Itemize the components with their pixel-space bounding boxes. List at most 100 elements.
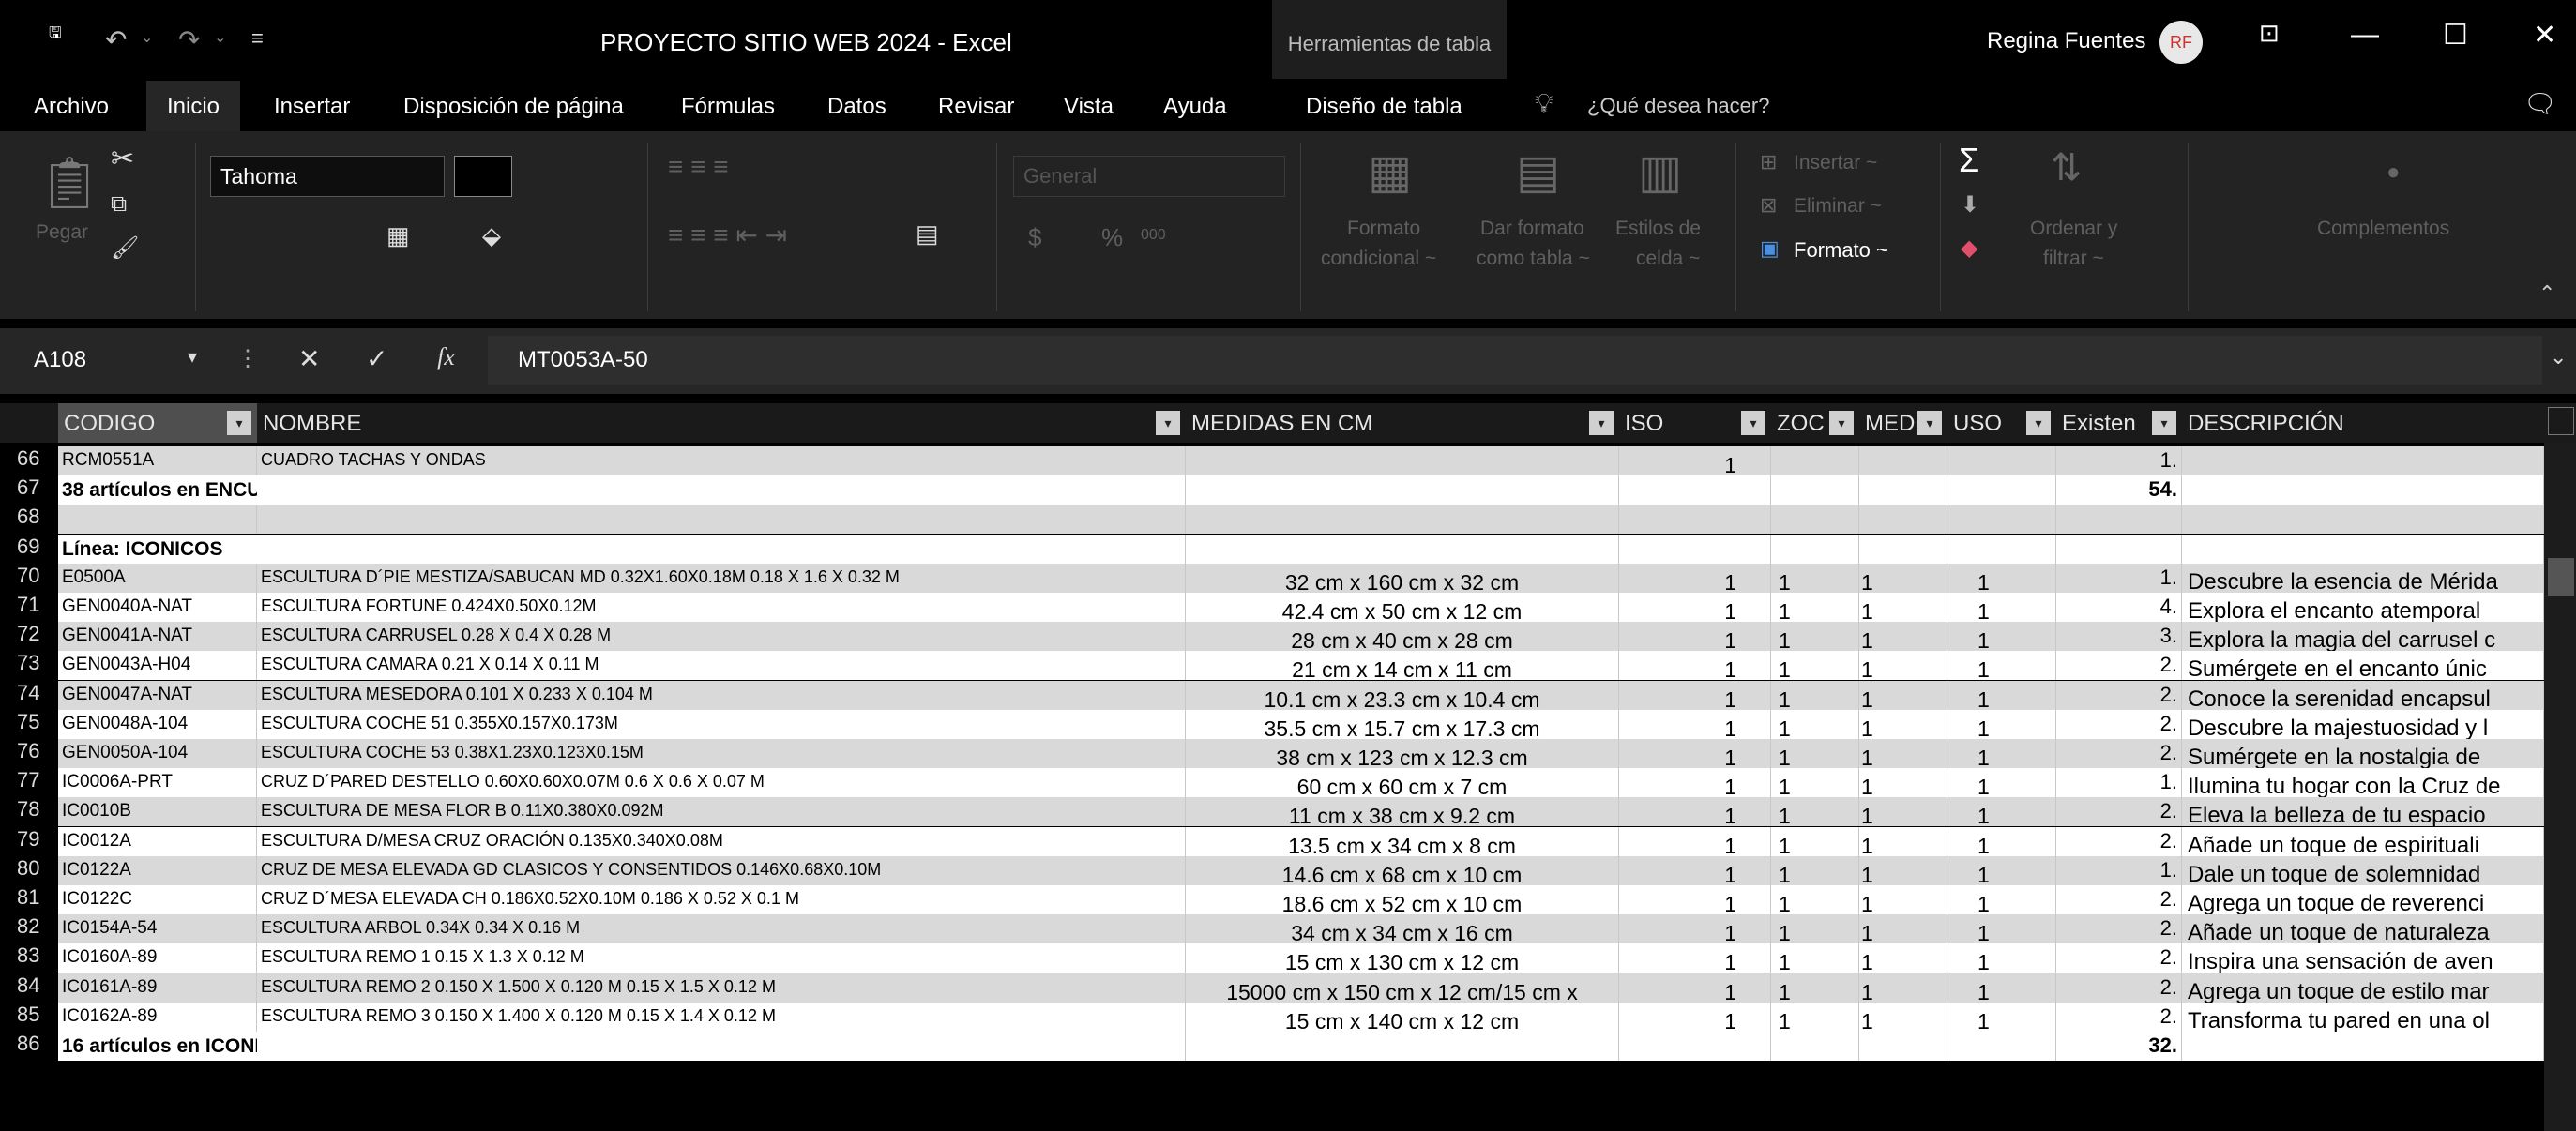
cell-uso[interactable]: 1 [1947, 563, 2056, 593]
header-nombre[interactable]: NOMBRE ▾ [257, 403, 1186, 443]
cell-medid[interactable]: 1 [1859, 768, 1947, 798]
cell-uso[interactable]: 1 [1947, 826, 2056, 856]
cell-uso[interactable]: 1 [1947, 943, 2056, 973]
cell-medid[interactable]: 1 [1859, 914, 1947, 944]
cell-descripcion[interactable]: Descubre la esencia de Mérida [2182, 563, 2544, 593]
cell-descripcion[interactable]: Ilumina tu hogar con la Cruz de [2182, 768, 2544, 798]
cell-descripcion[interactable]: Descubre la majestuosidad y l [2182, 709, 2544, 739]
cell-descripcion[interactable]: Explora la magia del carrusel c [2182, 622, 2544, 652]
enter-icon[interactable]: ✓ [366, 343, 387, 374]
cell-medidas[interactable]: 14.6 cm x 68 cm x 10 cm [1186, 855, 1619, 885]
cell-zoc[interactable]: 1 [1771, 826, 1859, 856]
cell-zoc[interactable]: 1 [1771, 651, 1859, 681]
customize-toolbar-icon[interactable]: ≡ [251, 26, 264, 51]
format-cells-icon[interactable]: ▣ [1760, 236, 1780, 261]
cell-codigo[interactable]: IC0162A-89 [58, 1002, 257, 1032]
cell-codigo[interactable]: IC0154A-54 [58, 914, 257, 944]
cell-uso[interactable] [1947, 1032, 2056, 1061]
cell-medidas[interactable] [1186, 505, 1619, 535]
row-number[interactable]: 71 [0, 593, 58, 622]
cell-descripcion[interactable] [2182, 475, 2544, 505]
cell-existen[interactable]: 1. [2056, 563, 2182, 593]
font-name-input[interactable]: Tahoma [210, 156, 445, 197]
cell-uso[interactable] [1947, 475, 2056, 505]
cell-zoc[interactable]: 1 [1771, 768, 1859, 798]
cell-medidas[interactable] [1186, 1032, 1619, 1061]
cell-existen[interactable]: 2. [2056, 709, 2182, 739]
minimize-icon[interactable]: — [2351, 19, 2379, 51]
cell-iso[interactable]: 1 [1619, 622, 1771, 652]
cell-existen[interactable]: 2. [2056, 973, 2182, 1003]
cell-existen[interactable]: 54. [2056, 475, 2182, 505]
cell-descripcion[interactable]: Inspira una sensación de aven [2182, 943, 2544, 973]
tab-revisar[interactable]: Revisar [938, 94, 1014, 120]
cell-uso[interactable] [1947, 446, 2056, 475]
cell-medidas[interactable]: 11 cm x 38 cm x 9.2 cm [1186, 797, 1619, 827]
cell-medid[interactable]: 1 [1859, 593, 1947, 622]
header-codigo[interactable]: CODIGO ▾ [58, 403, 257, 443]
filter-dropdown-icon[interactable]: ▾ [2026, 411, 2051, 435]
paste-icon[interactable]: 📋︎ [38, 154, 102, 213]
cell-medidas[interactable]: 13.5 cm x 34 cm x 8 cm [1186, 826, 1619, 856]
cell-descripcion[interactable]: Sumérgete en el encanto únic [2182, 651, 2544, 681]
name-box-dropdown-icon[interactable]: ▾ [188, 345, 197, 369]
cell-nombre[interactable] [257, 505, 1186, 535]
cell-codigo[interactable] [58, 505, 257, 535]
cell-nombre[interactable]: ESCULTURA CAMARA 0.21 X 0.14 X 0.11 M [257, 651, 1186, 681]
cell-descripcion[interactable]: Agrega un toque de estilo mar [2182, 973, 2544, 1003]
comments-icon[interactable]: 🗨︎ [2523, 88, 2557, 119]
cell-codigo[interactable]: IC0122C [58, 885, 257, 914]
cell-medid[interactable] [1859, 475, 1947, 505]
cell-nombre[interactable] [257, 534, 1186, 564]
cell-medid[interactable]: 1 [1859, 826, 1947, 856]
fill-color-icon[interactable]: ⬙ [482, 221, 501, 250]
row-number[interactable]: 85 [0, 1002, 58, 1032]
cell-existen[interactable]: 2. [2056, 826, 2182, 856]
cell-uso[interactable]: 1 [1947, 622, 2056, 652]
cell-uso[interactable] [1947, 534, 2056, 564]
scroll-thumb[interactable] [2548, 558, 2574, 596]
row-number[interactable]: 69 [0, 534, 58, 564]
tab-diseno-tabla[interactable]: Diseño de tabla [1306, 94, 1462, 120]
cell-uso[interactable]: 1 [1947, 973, 2056, 1003]
cell-medid[interactable]: 1 [1859, 709, 1947, 739]
cell-existen[interactable]: 1. [2056, 446, 2182, 475]
filter-dropdown-icon[interactable]: ▾ [1829, 411, 1854, 435]
row-number[interactable]: 84 [0, 973, 58, 1003]
cell-iso[interactable]: 1 [1619, 563, 1771, 593]
cell-medid[interactable] [1859, 505, 1947, 535]
row-number[interactable]: 83 [0, 943, 58, 973]
row-number[interactable]: 66 [0, 446, 58, 475]
cell-zoc[interactable]: 1 [1771, 593, 1859, 622]
header-medid[interactable]: MEDID ▾ [1859, 403, 1947, 443]
cell-descripcion[interactable]: Añade un toque de naturaleza [2182, 914, 2544, 944]
cell-existen[interactable] [2056, 505, 2182, 535]
cell-iso[interactable] [1619, 505, 1771, 535]
row-number[interactable]: 80 [0, 855, 58, 885]
cell-zoc[interactable]: 1 [1771, 855, 1859, 885]
filter-dropdown-icon[interactable]: ▾ [1589, 411, 1614, 435]
cell-zoc[interactable] [1771, 475, 1859, 505]
header-uso[interactable]: USO ▾ [1947, 403, 2056, 443]
cell-uso[interactable]: 1 [1947, 797, 2056, 827]
cell-existen[interactable]: 2. [2056, 1002, 2182, 1032]
redo-icon[interactable]: ↷ [178, 24, 200, 55]
cell-medidas[interactable] [1186, 446, 1619, 475]
row-number[interactable]: 74 [0, 680, 58, 710]
cell-medidas[interactable] [1186, 475, 1619, 505]
header-iso[interactable]: ISO ▾ [1619, 403, 1771, 443]
cell-existen[interactable]: 1. [2056, 768, 2182, 798]
cell-iso[interactable]: 1 [1619, 446, 1771, 475]
undo-dropdown-icon[interactable]: ⌄ [141, 28, 153, 47]
borders-icon[interactable]: ▦ [386, 221, 410, 250]
cell-medid[interactable]: 1 [1859, 1002, 1947, 1032]
cell-medid[interactable]: 1 [1859, 651, 1947, 681]
clear-icon[interactable]: ◆ [1961, 234, 1977, 262]
delete-icon[interactable]: ⊠ [1760, 193, 1777, 218]
ribbon-display-icon[interactable]: ⊡ [2259, 19, 2280, 48]
header-descripcion[interactable]: DESCRIPCIÓN [2182, 403, 2544, 443]
cell-zoc[interactable]: 1 [1771, 914, 1859, 944]
row-number[interactable]: 86 [0, 1032, 58, 1061]
cell-existen[interactable]: 2. [2056, 943, 2182, 973]
insert-function-icon[interactable]: fx [437, 343, 455, 371]
